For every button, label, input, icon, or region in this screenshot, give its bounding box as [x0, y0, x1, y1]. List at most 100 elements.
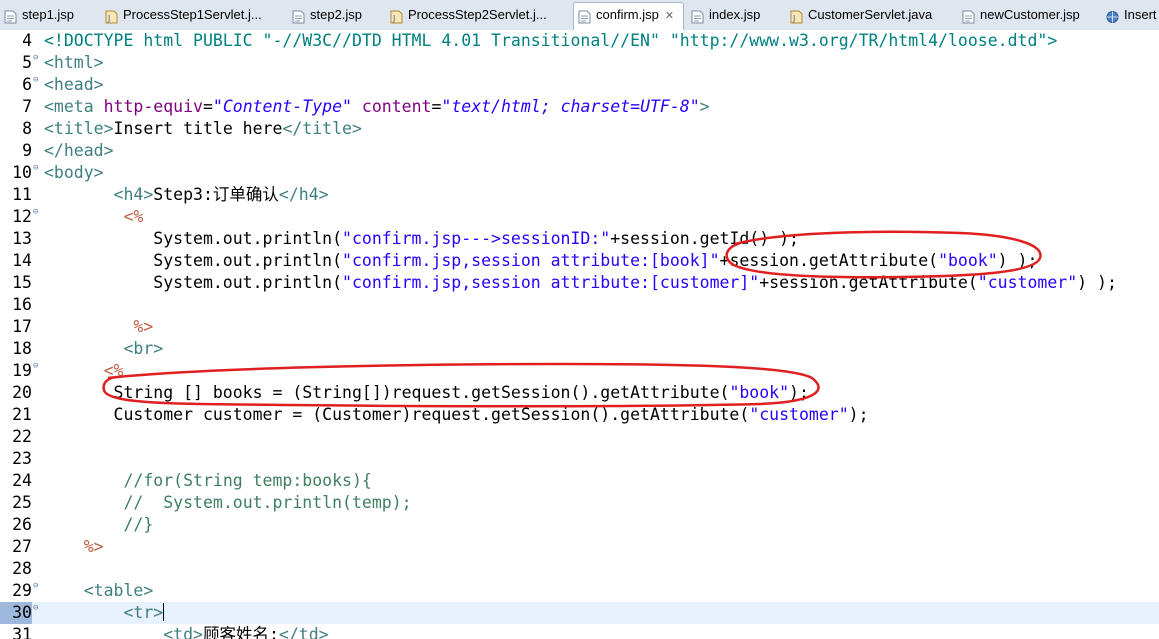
line-number: 21: [12, 405, 32, 424]
code-line[interactable]: 15 System.out.println("confirm.jsp,sessi…: [0, 272, 1159, 294]
tab-step1-jsp[interactable]: step1.jsp: [0, 3, 98, 27]
fold-toggle-icon[interactable]: ⊖: [33, 582, 42, 591]
code-text: <html>: [44, 52, 104, 74]
code-token: ) );: [997, 251, 1038, 270]
code-line[interactable]: 19 ⊖ <%: [0, 360, 1159, 382]
code-line[interactable]: 16: [0, 294, 1159, 316]
code-line[interactable]: 17 %>: [0, 316, 1159, 338]
code-token: // System.out.println(temp);: [123, 493, 412, 512]
code-line[interactable]: 8 <title>Insert title here</title>: [0, 118, 1159, 140]
tab-insert[interactable]: Insert: [1102, 3, 1159, 27]
tab-label: confirm.jsp: [596, 7, 659, 22]
code-line[interactable]: 9 </head>: [0, 140, 1159, 162]
tab-processstep1servlet-j[interactable]: J ProcessStep1Servlet.j...: [101, 3, 285, 27]
code-token: +session.getAttribute(: [719, 251, 939, 270]
code-token: <title>: [44, 119, 114, 138]
code-token: http-equiv: [103, 97, 203, 116]
tab-label: step2.jsp: [310, 7, 363, 22]
code-editor[interactable]: 4 <!DOCTYPE html PUBLIC "-//W3C//DTD HTML…: [0, 30, 1159, 639]
code-token: </title>: [282, 119, 362, 138]
svg-text:J: J: [107, 14, 110, 23]
tab-index-jsp[interactable]: index.jsp: [687, 3, 783, 27]
fold-toggle-icon[interactable]: ⊖: [33, 54, 42, 63]
code-token: "customer": [977, 273, 1078, 292]
close-icon[interactable]: ✕: [665, 4, 674, 28]
code-token: %>: [133, 317, 154, 336]
line-number: 12: [12, 207, 32, 226]
line-number: 30: [0, 602, 32, 624]
code-token: "Content-Type": [212, 97, 352, 116]
code-line[interactable]: 29 ⊖ <table>: [0, 580, 1159, 602]
jsp-file-icon: [292, 8, 305, 24]
code-line[interactable]: 26 //}: [0, 514, 1159, 536]
tab-newcustomer-jsp[interactable]: newCustomer.jsp: [958, 3, 1099, 27]
line-number: 27: [12, 537, 32, 556]
fold-toggle-icon[interactable]: ⊖: [33, 208, 42, 217]
code-token: "confirm.jsp,session attribute:[customer…: [342, 273, 760, 292]
code-token: +session.getId() );: [610, 229, 799, 248]
code-line[interactable]: 22: [0, 426, 1159, 448]
fold-toggle-icon[interactable]: ⊖: [33, 164, 42, 173]
svg-text:J: J: [392, 14, 395, 23]
java-file-icon: J: [790, 8, 803, 24]
fold-toggle-icon[interactable]: ⊖: [33, 604, 42, 613]
line-number: 24: [12, 471, 32, 490]
code-line[interactable]: 30 ⊖ <tr>: [0, 602, 1159, 624]
tab-label: step1.jsp: [22, 7, 75, 22]
code-line[interactable]: 23: [0, 448, 1159, 470]
tab-confirm-jsp[interactable]: confirm.jsp ✕: [573, 2, 684, 30]
code-line[interactable]: 14 System.out.println("confirm.jsp,sessi…: [0, 250, 1159, 272]
code-text: System.out.println("confirm.jsp--->sessi…: [44, 228, 799, 250]
code-token: %>: [83, 537, 104, 556]
code-line[interactable]: 13 System.out.println("confirm.jsp--->se…: [0, 228, 1159, 250]
code-text: <!DOCTYPE html PUBLIC "-//W3C//DTD HTML …: [44, 30, 1057, 52]
line-number: 20: [12, 383, 32, 402]
code-line[interactable]: 24 //for(String temp:books){: [0, 470, 1159, 492]
code-token: //for(String temp:books){: [123, 471, 372, 490]
code-token: <%: [103, 361, 124, 380]
code-text: <table>: [44, 580, 154, 602]
tab-step2-jsp[interactable]: step2.jsp: [288, 3, 383, 27]
code-line[interactable]: 28: [0, 558, 1159, 580]
code-line[interactable]: 27 %>: [0, 536, 1159, 558]
line-number: 19: [12, 361, 32, 380]
fold-toggle-icon[interactable]: ⊖: [33, 362, 42, 371]
tab-label: ProcessStep1Servlet.j...: [123, 7, 262, 22]
jsp-file-icon: [962, 8, 975, 24]
code-line[interactable]: 6 ⊖ <head>: [0, 74, 1159, 96]
code-line[interactable]: 25 // System.out.println(temp);: [0, 492, 1159, 514]
code-token: System.out.println(: [44, 273, 343, 292]
code-line[interactable]: 4 <!DOCTYPE html PUBLIC "-//W3C//DTD HTML…: [0, 30, 1159, 52]
fold-toggle-icon[interactable]: ⊖: [33, 76, 42, 85]
code-token: ) );: [1077, 273, 1117, 292]
line-number: 16: [12, 295, 32, 314]
code-line[interactable]: 12 ⊖ <%: [0, 206, 1159, 228]
code-line[interactable]: 20 String [] books = (String[])request.g…: [0, 382, 1159, 404]
code-line[interactable]: 18 <br>: [0, 338, 1159, 360]
code-text: //for(String temp:books){: [44, 470, 372, 492]
code-text: </head>: [44, 140, 114, 162]
code-token: 顾客姓名:: [202, 625, 279, 639]
tab-customerservlet-java[interactable]: J CustomerServlet.java: [786, 3, 955, 27]
code-token: </h4>: [278, 185, 329, 204]
code-token: </head>: [44, 141, 114, 160]
code-line[interactable]: 10 ⊖ <body>: [0, 162, 1159, 184]
code-token: <tr>: [123, 603, 164, 622]
code-text: <br>: [44, 338, 163, 360]
tab-processstep2servlet-j[interactable]: J ProcessStep2Servlet.j...: [386, 3, 570, 27]
code-token: "book": [938, 251, 998, 270]
code-line[interactable]: 5 ⊖ <html>: [0, 52, 1159, 74]
code-text: System.out.println("confirm.jsp,session …: [44, 272, 1117, 294]
code-line[interactable]: 7 <meta http-equiv="Content-Type" content…: [0, 96, 1159, 118]
code-token: <td>: [163, 625, 203, 639]
code-text: <td>顾客姓名:</td>: [44, 624, 328, 639]
line-number: 18: [12, 339, 32, 358]
code-line[interactable]: 21 Customer customer = (Customer)request…: [0, 404, 1159, 426]
code-line[interactable]: 11 <h4>Step3:订单确认</h4>: [0, 184, 1159, 206]
jsp-file-icon: [691, 8, 704, 24]
code-line[interactable]: 31 <td>顾客姓名:</td>: [0, 624, 1159, 639]
